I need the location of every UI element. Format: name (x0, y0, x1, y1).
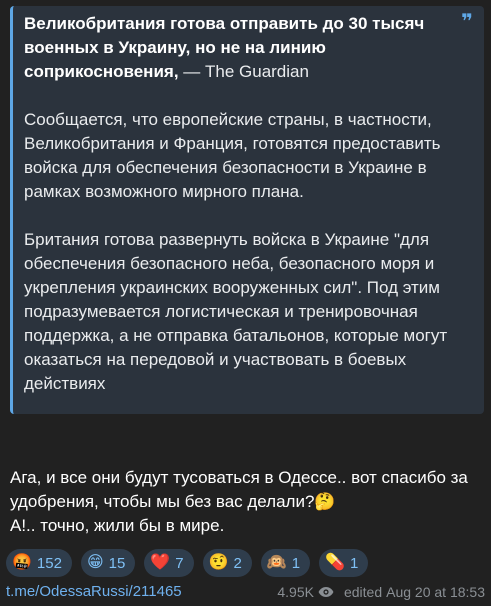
reaction-grin[interactable]: 😁 15 (80, 549, 136, 577)
raised-eyebrow-face-icon: 🤨 (208, 554, 229, 571)
view-count: 4.95K (277, 583, 314, 600)
reaction-count: 152 (36, 554, 62, 572)
eye-icon (318, 586, 334, 597)
reaction-count: 7 (175, 554, 184, 572)
quote-paragraph-1: Сообщается, что европейские страны, в ча… (24, 110, 441, 201)
message-meta: 4.95K edited Aug 20 at 18:53 (277, 584, 485, 600)
edited-label: edited (343, 583, 383, 600)
channel-message: ❞ Великобритания готова отправить до 30 … (0, 0, 491, 606)
reaction-cursing[interactable]: 🤬 152 (6, 549, 72, 577)
reaction-count: 15 (108, 554, 126, 572)
cursing-face-icon: 🤬 (12, 554, 32, 571)
quote-mark-icon: ❞ (461, 11, 473, 33)
grinning-face-icon: 😁 (86, 554, 104, 571)
reaction-pill[interactable]: 💊 1 (319, 549, 369, 577)
reaction-hear-no-evil[interactable]: 🙉 1 (260, 549, 311, 577)
message-text: Ага, и все они будут тусоваться в Одессе… (10, 466, 484, 538)
post-link[interactable]: t.me/OdessaRussi/211465 (6, 583, 182, 600)
message-line-1: Ага, и все они будут тусоваться в Одессе… (10, 468, 468, 511)
quote-block: ❞ Великобритания готова отправить до 30 … (10, 6, 484, 414)
timestamp: Aug 20 at 18:53 (386, 583, 485, 600)
reaction-count: 1 (291, 554, 301, 572)
reaction-skeptical[interactable]: 🤨 2 (202, 549, 252, 577)
pill-icon: 💊 (325, 554, 346, 571)
hear-no-evil-monkey-icon: 🙉 (266, 554, 287, 571)
reactions-bar: 🤬 152 😁 15 ❤️ 7 🤨 2 🙉 1 💊 1 (6, 549, 369, 577)
message-line-2: А!.. точно, жили бы в мире. (10, 516, 225, 535)
message-footer: t.me/OdessaRussi/211465 4.95K edited Aug… (6, 583, 485, 600)
heart-icon: ❤️ (150, 554, 171, 571)
quote-paragraph-2: Британия готова развернуть войска в Укра… (24, 230, 448, 393)
reaction-count: 2 (233, 554, 242, 572)
reaction-count: 1 (350, 554, 359, 572)
quote-headline-paragraph: Великобритания готова отправить до 30 ты… (24, 12, 448, 84)
reaction-heart[interactable]: ❤️ 7 (144, 549, 194, 577)
quote-source: — The Guardian (178, 62, 309, 81)
